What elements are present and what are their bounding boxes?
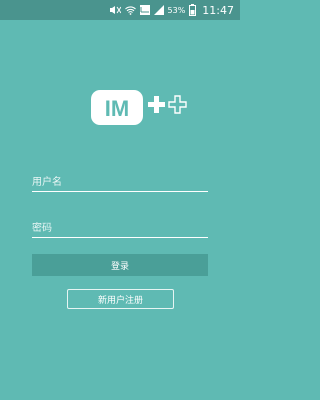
register-button[interactable]: 新用户注册 [67, 289, 174, 309]
status-bar: 53% 11:47 [0, 0, 240, 20]
password-field[interactable] [32, 216, 208, 238]
signal-icon [153, 0, 164, 20]
app-logo: IM [91, 85, 191, 135]
username-input[interactable] [32, 171, 208, 192]
username-field[interactable] [32, 170, 208, 192]
signal-4g-icon [139, 0, 150, 20]
wifi-icon [124, 0, 136, 20]
mute-icon [109, 0, 121, 20]
battery-icon [189, 0, 197, 20]
logo-text: IM [105, 96, 129, 121]
battery-percent: 53% [167, 5, 186, 15]
clock: 11:47 [202, 3, 234, 17]
login-button[interactable]: 登录 [32, 254, 208, 276]
password-input[interactable] [32, 217, 208, 238]
